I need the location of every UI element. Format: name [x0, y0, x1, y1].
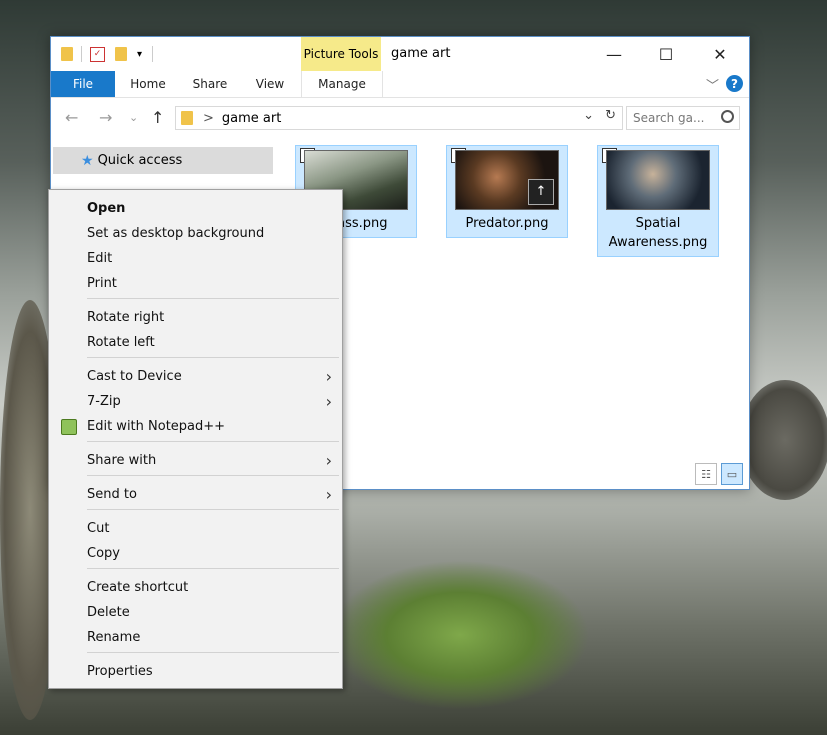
menu-item-label: 7-Zip	[87, 394, 121, 409]
toolbar-divider	[152, 46, 154, 62]
menu-item-edit-with-notepad[interactable]: Edit with Notepad++	[49, 414, 342, 439]
menu-item-properties[interactable]: Properties	[49, 659, 342, 684]
folder-icon[interactable]	[61, 47, 73, 61]
quick-access-toolbar: ✓ ▾	[61, 45, 154, 63]
menu-separator	[87, 652, 339, 653]
up-button[interactable]: ↑	[151, 108, 164, 127]
address-bar[interactable]: > game art ⌄ ↻	[175, 106, 623, 130]
tab-view[interactable]: View	[247, 71, 293, 97]
foliage-decoration	[330, 560, 590, 710]
address-dropdown-icon[interactable]: ⌄	[583, 108, 594, 123]
ribbon-tabs: File Home Share View Manage ﹀ ?	[51, 71, 749, 98]
menu-separator	[87, 441, 339, 442]
file-name: Spatial Awareness.png	[608, 216, 708, 250]
menu-item-7zip[interactable]: 7-Zip ›	[49, 389, 342, 414]
maximize-button[interactable]: ☐	[643, 37, 689, 71]
address-row: ← → ⌄ ↑ > game art ⌄ ↻ Search ga...	[51, 98, 749, 136]
menu-item-label: Edit	[87, 251, 113, 266]
menu-item-edit[interactable]: Edit	[49, 246, 342, 271]
new-folder-icon[interactable]	[115, 47, 127, 61]
rock-decoration	[740, 380, 827, 500]
submenu-arrow-icon: ›	[325, 367, 332, 386]
menu-item-label: Rotate right	[87, 310, 165, 325]
menu-item-set-desktop-background[interactable]: Set as desktop background	[49, 221, 342, 246]
quick-access-label: Quick access	[97, 153, 183, 168]
perk-icon: ↑	[528, 179, 554, 205]
menu-item-rotate-right[interactable]: Rotate right	[49, 305, 342, 330]
menu-separator	[87, 509, 339, 510]
menu-item-cast-to-device[interactable]: Cast to Device ›	[49, 364, 342, 389]
close-button[interactable]: ✕	[697, 37, 743, 71]
star-icon: ★	[81, 152, 94, 169]
menu-item-label: Cast to Device	[87, 369, 182, 384]
menu-separator	[87, 475, 339, 476]
context-menu: Open Set as desktop background Edit Prin…	[48, 189, 343, 689]
large-icons-view-icon[interactable]: ▭	[721, 463, 743, 485]
submenu-arrow-icon: ›	[325, 451, 332, 470]
tab-home[interactable]: Home	[123, 71, 173, 97]
picture-tools-label: Picture Tools	[301, 37, 381, 71]
tab-file[interactable]: File	[51, 71, 115, 97]
submenu-arrow-icon: ›	[325, 392, 332, 411]
breadcrumb-game-art[interactable]: game art	[222, 111, 281, 126]
menu-item-rename[interactable]: Rename	[49, 625, 342, 650]
menu-item-label: Share with	[87, 453, 157, 468]
menu-item-send-to[interactable]: Send to ›	[49, 482, 342, 507]
menu-item-label: Rename	[87, 630, 141, 645]
menu-item-label: Cut	[87, 521, 110, 536]
view-switcher: ☷ ▭	[695, 463, 743, 485]
file-name: Predator.png	[465, 216, 549, 231]
file-item[interactable]: ✓ ↑ Predator.png	[446, 145, 568, 238]
minimize-button[interactable]: —	[591, 37, 637, 71]
details-view-icon[interactable]: ☷	[695, 463, 717, 485]
menu-item-label: Delete	[87, 605, 130, 620]
toolbar-divider	[81, 46, 82, 62]
menu-item-open[interactable]: Open	[49, 196, 342, 221]
menu-item-label: Edit with Notepad++	[87, 419, 226, 434]
thumbnail-image: ↑	[455, 150, 559, 210]
menu-separator	[87, 357, 339, 358]
menu-item-label: Set as desktop background	[87, 226, 265, 241]
menu-item-label: Print	[87, 276, 117, 291]
recent-locations-button[interactable]: ⌄	[129, 111, 138, 124]
breadcrumb-separator-icon[interactable]: >	[203, 111, 214, 126]
menu-item-label: Properties	[87, 664, 153, 679]
tab-share[interactable]: Share	[185, 71, 235, 97]
forward-button[interactable]: →	[99, 108, 112, 127]
menu-item-label: Rotate left	[87, 335, 155, 350]
folder-icon	[181, 111, 193, 125]
properties-icon[interactable]: ✓	[90, 46, 105, 62]
customize-toolbar-icon[interactable]: ▾	[137, 49, 142, 60]
file-item[interactable]: ✓ Spatial Awareness.png	[597, 145, 719, 257]
menu-item-print[interactable]: Print	[49, 271, 342, 296]
window-title: game art	[391, 46, 451, 61]
quick-access-item[interactable]: ★ Quick access	[53, 147, 273, 174]
search-icon	[721, 110, 734, 123]
menu-separator	[87, 568, 339, 569]
menu-item-rotate-left[interactable]: Rotate left	[49, 330, 342, 355]
menu-item-create-shortcut[interactable]: Create shortcut	[49, 575, 342, 600]
menu-item-copy[interactable]: Copy	[49, 541, 342, 566]
title-bar: ✓ ▾ Picture Tools game art — ☐ ✕	[51, 37, 749, 71]
notepad-plus-plus-icon	[61, 419, 77, 435]
back-button[interactable]: ←	[65, 108, 78, 127]
submenu-arrow-icon: ›	[325, 485, 332, 504]
menu-item-cut[interactable]: Cut	[49, 516, 342, 541]
menu-item-label: Send to	[87, 487, 137, 502]
menu-separator	[87, 298, 339, 299]
search-box[interactable]: Search ga...	[626, 106, 740, 130]
help-icon[interactable]: ?	[726, 75, 743, 92]
menu-item-label: Copy	[87, 546, 120, 561]
tab-manage[interactable]: Manage	[301, 71, 383, 97]
menu-item-label: Open	[87, 201, 126, 216]
thumbnail-image	[606, 150, 710, 210]
menu-item-share-with[interactable]: Share with ›	[49, 448, 342, 473]
menu-item-delete[interactable]: Delete	[49, 600, 342, 625]
ribbon-collapse-icon[interactable]: ﹀	[706, 75, 719, 94]
search-input[interactable]: Search ga...	[633, 111, 704, 125]
menu-item-label: Create shortcut	[87, 580, 189, 595]
refresh-icon[interactable]: ↻	[605, 108, 616, 123]
